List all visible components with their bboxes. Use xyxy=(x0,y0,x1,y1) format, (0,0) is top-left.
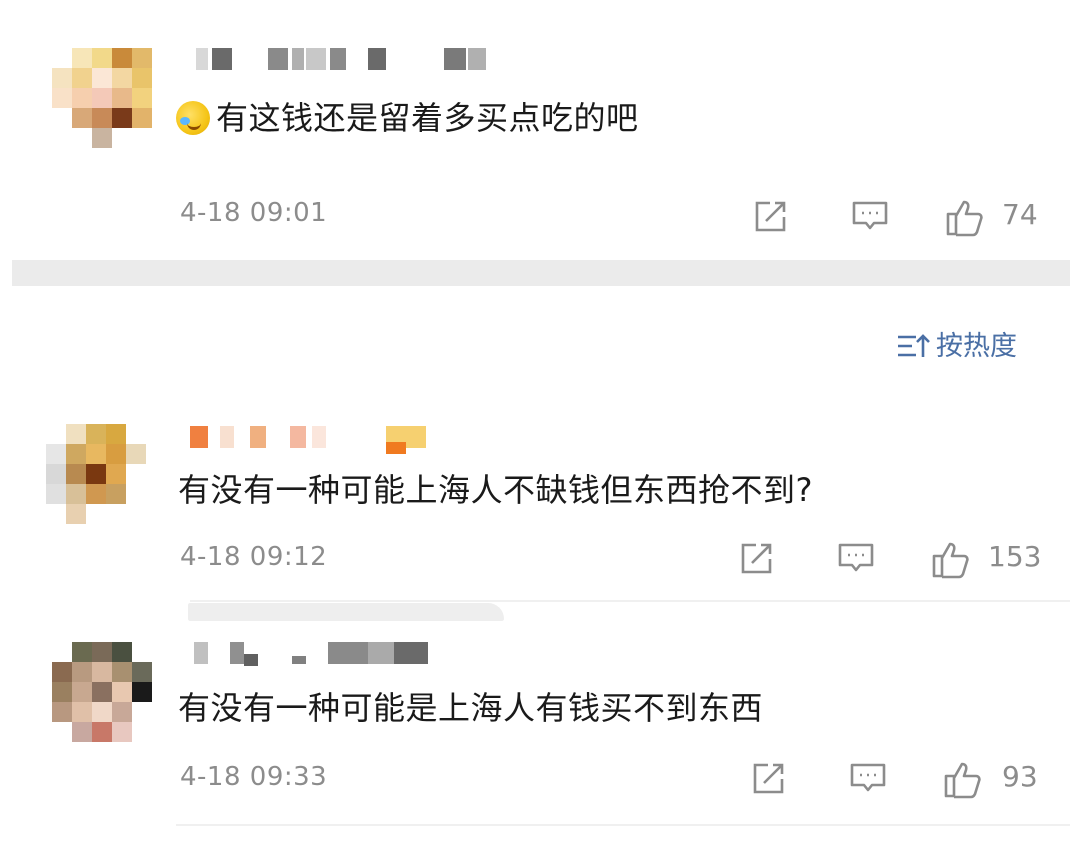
repost-icon[interactable] xyxy=(736,538,776,578)
comment-actions: 93 xyxy=(748,758,1058,800)
comment-icon[interactable] xyxy=(848,758,888,798)
username-redacted[interactable] xyxy=(194,642,434,666)
repost-icon[interactable] xyxy=(748,758,788,798)
username-redacted[interactable] xyxy=(190,426,430,454)
comment-item: 有没有一种可能上海人不缺钱但东西抢不到? 4-18 09:12 153 xyxy=(0,410,1080,600)
comment-icon[interactable] xyxy=(836,538,876,578)
comment-actions: 153 xyxy=(736,538,1056,580)
sort-label: 按热度 xyxy=(936,331,1017,362)
comment-timestamp: 4-18 09:12 xyxy=(180,542,328,572)
avatar[interactable] xyxy=(52,48,152,148)
laughing-crying-emoji-icon xyxy=(176,101,210,135)
sort-toggle[interactable]: 按热度 xyxy=(896,324,1017,364)
username-redacted[interactable] xyxy=(196,48,496,72)
like-count: 153 xyxy=(988,540,1042,573)
comment-actions: 74 xyxy=(750,196,1050,238)
like-count: 93 xyxy=(1002,760,1038,793)
separator-line xyxy=(176,824,1070,826)
comment-item: 有没有一种可能是上海人有钱买不到东西 4-18 09:33 93 xyxy=(0,630,1080,830)
sort-icon xyxy=(898,334,930,357)
thumbs-up-icon[interactable] xyxy=(944,196,986,238)
repost-icon[interactable] xyxy=(750,196,790,236)
avatar[interactable] xyxy=(46,424,146,524)
thumbs-up-icon[interactable] xyxy=(930,538,972,580)
comment-item: 有这钱还是留着多买点吃的吧 4-18 09:01 74 xyxy=(0,0,1080,260)
comment-timestamp: 4-18 09:33 xyxy=(180,762,328,792)
avatar[interactable] xyxy=(52,642,152,742)
comment-icon[interactable] xyxy=(850,196,890,236)
thumbs-up-icon[interactable] xyxy=(942,758,984,800)
comment-timestamp: 4-18 09:01 xyxy=(180,198,328,228)
separator-line xyxy=(190,600,1070,602)
comment-text: 有这钱还是留着多买点吃的吧 xyxy=(176,98,639,138)
like-count: 74 xyxy=(1002,198,1038,231)
comment-text: 有没有一种可能是上海人有钱买不到东西 xyxy=(178,689,764,727)
section-divider xyxy=(12,260,1070,286)
reply-preview-bar xyxy=(188,603,504,621)
comment-text: 有没有一种可能上海人不缺钱但东西抢不到? xyxy=(178,471,813,509)
